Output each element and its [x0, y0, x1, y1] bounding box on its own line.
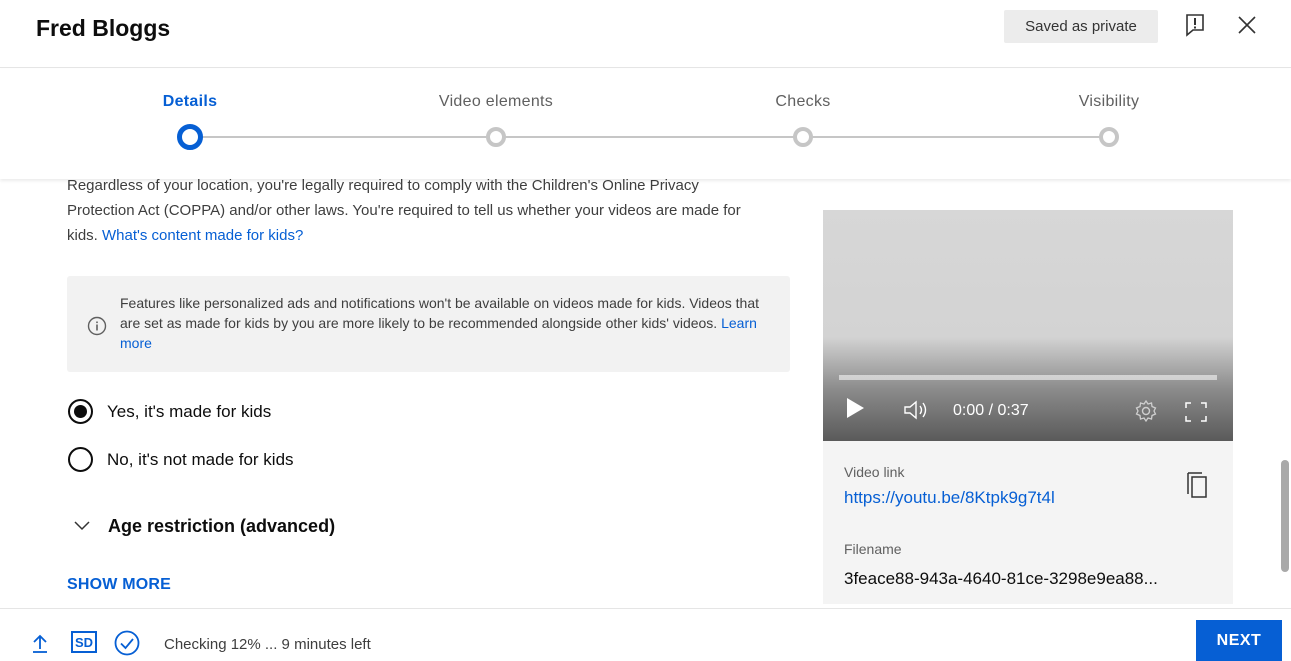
coppa-description: Regardless of your location, you're lega… [67, 173, 767, 248]
sd-quality-badge: SD [75, 635, 93, 650]
video-progress-bar[interactable] [839, 375, 1217, 380]
info-notice-body: Features like personalized ads and notif… [120, 295, 760, 331]
dialog-title: Fred Bloggs [36, 15, 171, 41]
play-icon[interactable] [847, 398, 864, 418]
step-dot-visibility[interactable] [1099, 127, 1119, 147]
show-more-button[interactable]: SHOW MORE [67, 576, 171, 594]
video-time: 0:00 / 0:37 [953, 402, 1029, 419]
sd-quality-icon: SD [71, 631, 97, 658]
age-restriction-toggle[interactable]: Age restriction (advanced) [74, 516, 335, 537]
info-notice-text: Features like personalized ads and notif… [120, 293, 780, 353]
upload-icon [32, 633, 48, 658]
copy-icon[interactable] [1185, 470, 1209, 505]
step-connector [803, 136, 1109, 138]
saved-status-badge: Saved as private [1004, 10, 1158, 43]
video-link-label: Video link [844, 464, 905, 480]
radio-no-label: No, it's not made for kids [107, 449, 294, 469]
video-link[interactable]: https://youtu.be/8Ktpk9g7t4l [844, 488, 1055, 508]
step-dot-checks[interactable] [793, 127, 813, 147]
step-connector [190, 136, 496, 138]
dialog-header: Fred Bloggs Saved as private [0, 0, 1291, 68]
video-preview-card: 0:00 / 0:37 Video link https://youtu.be/… [823, 210, 1233, 604]
close-icon[interactable] [1232, 10, 1262, 40]
next-button[interactable]: NEXT [1196, 620, 1282, 661]
filename-label: Filename [844, 541, 902, 557]
video-player[interactable]: 0:00 / 0:37 [823, 210, 1233, 441]
upload-status-text: Checking 12% ... 9 minutes left [164, 636, 371, 653]
info-notice: Features like personalized ads and notif… [67, 276, 790, 372]
fullscreen-icon[interactable] [1185, 402, 1207, 427]
filename-value: 3feace88-943a-4640-81ce-3298e9ea88... [844, 569, 1158, 588]
info-icon [87, 316, 107, 341]
made-for-kids-link[interactable]: What's content made for kids? [102, 227, 303, 244]
check-circle-icon [114, 630, 140, 661]
step-dot-details[interactable] [177, 124, 203, 150]
feedback-icon[interactable] [1180, 10, 1210, 40]
gear-icon[interactable] [1134, 399, 1158, 428]
made-for-kids-yes-option[interactable]: Yes, it's made for kids [68, 399, 271, 424]
radio-yes[interactable] [68, 399, 93, 424]
scrollbar[interactable] [1281, 460, 1289, 572]
radio-yes-label: Yes, it's made for kids [107, 401, 272, 421]
tab-visibility[interactable]: Visibility [1079, 93, 1140, 111]
made-for-kids-no-option[interactable]: No, it's not made for kids [68, 447, 294, 472]
step-connector [496, 136, 803, 138]
dialog-footer: SD Checking 12% ... 9 minutes left NEXT [0, 608, 1291, 661]
tab-video-elements[interactable]: Video elements [439, 93, 553, 111]
step-dot-video-elements[interactable] [486, 127, 506, 147]
volume-icon[interactable] [903, 399, 929, 426]
chevron-down-icon [74, 518, 90, 536]
radio-no[interactable] [68, 447, 93, 472]
upload-stepper: Details Video elements Checks Visibility [0, 69, 1291, 179]
tab-details[interactable]: Details [163, 93, 218, 111]
tab-checks[interactable]: Checks [775, 93, 830, 111]
age-restriction-label: Age restriction (advanced) [108, 516, 336, 536]
